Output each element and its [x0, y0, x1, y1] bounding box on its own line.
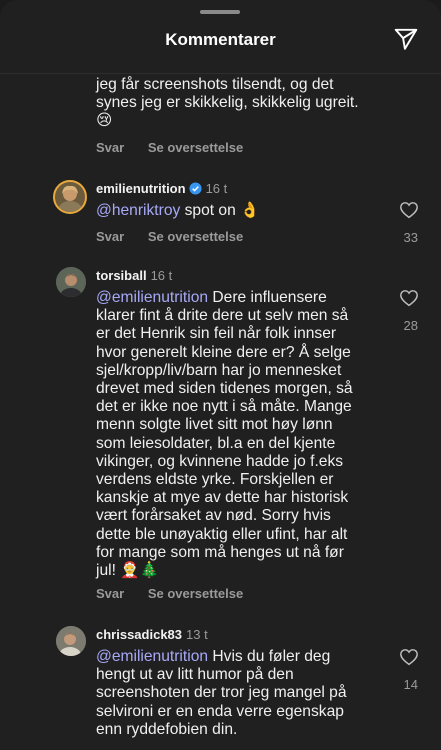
heart-icon	[400, 202, 418, 219]
translate-button[interactable]: Se oversettelse	[148, 140, 243, 155]
comment-meta: emilienutrition 16 t	[96, 180, 227, 198]
mention-link[interactable]: @emilienutrition	[96, 289, 208, 306]
comment-actions: Svar Se oversettelse	[96, 229, 263, 244]
like-count: 33	[403, 230, 418, 245]
like-count: 28	[403, 318, 418, 333]
translate-button[interactable]: Se oversettelse	[148, 586, 243, 601]
timestamp: 16 t	[205, 181, 228, 196]
like-button[interactable]	[399, 289, 419, 307]
comment-text: @emilienutrition Dere influensere klarer…	[96, 289, 353, 580]
avatar[interactable]	[56, 626, 86, 656]
reply-button[interactable]: Svar	[96, 229, 124, 244]
comment-text: @henriktroy spot on 👌	[96, 202, 260, 219]
header: Kommentarer	[0, 26, 441, 56]
comment-actions: Svar Se oversettelse	[96, 140, 263, 155]
comments-sheet: Kommentarer jeg får screenshots tilsendt…	[0, 0, 441, 750]
comment-meta: chrissadick83 13 t	[96, 626, 208, 644]
avatar[interactable]	[56, 267, 86, 297]
like-count: 14	[403, 677, 418, 692]
timestamp: 16 t	[150, 268, 173, 283]
mention-link[interactable]: @emilienutrition	[96, 648, 208, 665]
like-button[interactable]	[399, 648, 419, 666]
header-divider	[0, 73, 441, 74]
translate-button[interactable]: Se oversettelse	[148, 229, 243, 244]
username[interactable]: emilienutrition	[96, 181, 186, 196]
send-icon[interactable]	[393, 26, 419, 52]
mention-link[interactable]: @henriktroy	[96, 202, 180, 219]
reply-button[interactable]: Svar	[96, 140, 124, 155]
page-title: Kommentarer	[165, 30, 276, 49]
reply-button[interactable]: Svar	[96, 586, 124, 601]
like-button[interactable]	[399, 201, 419, 219]
timestamp: 13 t	[186, 627, 208, 642]
username[interactable]: chrissadick83	[96, 627, 182, 642]
username[interactable]: torsiball	[96, 268, 147, 283]
drag-handle[interactable]	[200, 10, 240, 14]
comment-meta: torsiball 16 t	[96, 267, 172, 285]
avatar[interactable]	[53, 180, 87, 214]
comment-actions: Svar Se oversettelse	[96, 586, 263, 601]
comment-text: jeg får screenshots tilsendt, og det syn…	[96, 76, 359, 130]
heart-icon	[400, 290, 418, 307]
comment-text: @emilienutrition Hvis du føler deg hengt…	[96, 648, 347, 738]
heart-icon	[400, 649, 418, 666]
verified-badge-icon	[189, 182, 202, 195]
